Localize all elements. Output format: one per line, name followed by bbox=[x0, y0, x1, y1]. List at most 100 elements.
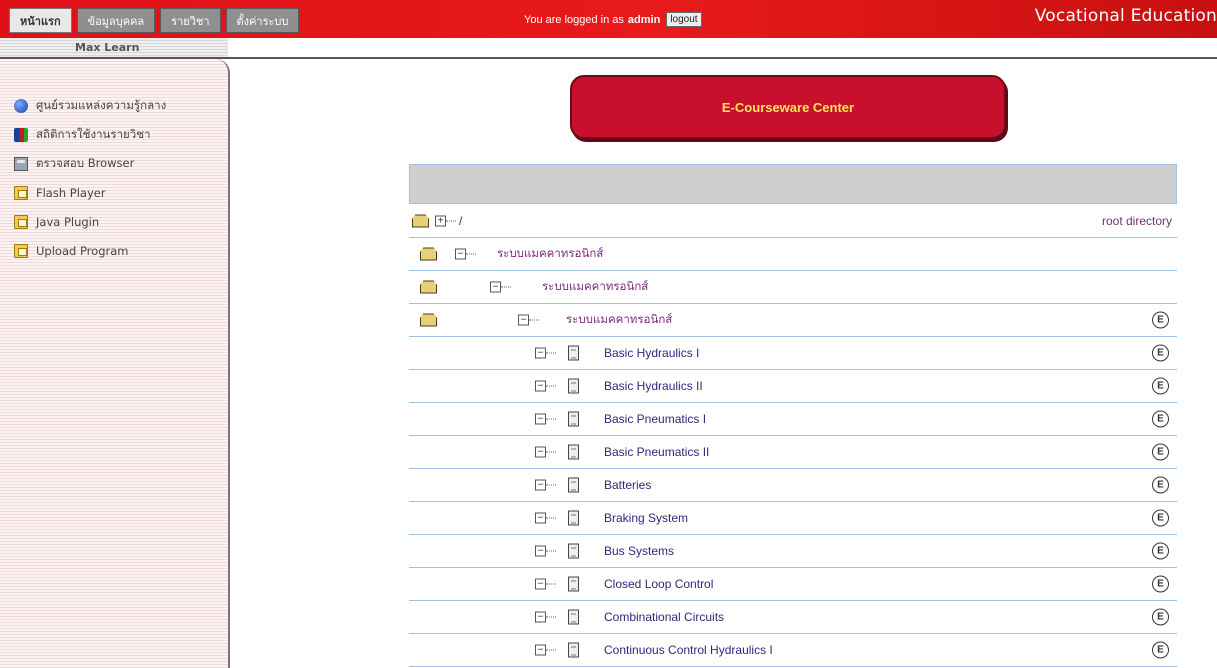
tree-connector bbox=[546, 550, 556, 552]
folder-link[interactable]: ระบบแมคคาทรอนิกส์ bbox=[497, 245, 603, 263]
document-icon bbox=[568, 543, 579, 559]
sidebar-item-label: สถิติการใช้งานรายวิชา bbox=[36, 127, 151, 141]
tree-connector bbox=[546, 418, 556, 420]
tree-connector bbox=[546, 649, 556, 651]
e-button[interactable]: E bbox=[1152, 641, 1169, 659]
e-button[interactable]: E bbox=[1152, 542, 1169, 560]
e-button[interactable]: E bbox=[1152, 575, 1169, 593]
document-icon bbox=[568, 411, 579, 427]
collapse-toggle[interactable]: − bbox=[535, 446, 546, 458]
tree-connector bbox=[501, 286, 511, 288]
login-prefix: You are logged in as bbox=[524, 13, 624, 26]
e-button[interactable]: E bbox=[1152, 608, 1169, 626]
e-courseware-center-button[interactable]: E-Courseware Center bbox=[570, 75, 1006, 139]
folder-link[interactable]: ระบบแมคคาทรอนิกส์ bbox=[566, 311, 672, 329]
sidebar-item-label: ตรวจสอบ Browser bbox=[36, 156, 135, 170]
tree-header-bar bbox=[409, 164, 1177, 204]
collapse-toggle[interactable]: − bbox=[535, 578, 546, 590]
root-path[interactable]: / bbox=[459, 214, 462, 228]
tree-connector bbox=[446, 220, 456, 222]
collapse-toggle[interactable]: − bbox=[518, 314, 529, 326]
folder-link[interactable]: ระบบแมคคาทรอนิกส์ bbox=[542, 278, 648, 296]
sidebar-item-flash-player[interactable]: Flash Player bbox=[14, 182, 166, 204]
tab-courses[interactable]: รายวิชา bbox=[160, 8, 221, 33]
collapse-toggle[interactable]: − bbox=[535, 611, 546, 623]
tree-connector bbox=[546, 583, 556, 585]
tree-connector bbox=[466, 253, 476, 255]
course-row: − Bus Systems E bbox=[409, 535, 1177, 568]
globe-icon bbox=[14, 99, 28, 113]
app-name: Max Learn bbox=[75, 41, 140, 54]
tree-connector bbox=[546, 484, 556, 486]
e-button[interactable]: E bbox=[1152, 443, 1169, 461]
sidebar-item-browser-check[interactable]: ตรวจสอบ Browser bbox=[14, 153, 166, 175]
sidebar-item-label: ศูนย์รวมแหล่งความรู้กลาง bbox=[36, 98, 167, 112]
e-button[interactable]: E bbox=[1152, 410, 1169, 428]
open-folder-icon bbox=[420, 313, 437, 327]
sidebar-item-knowledge-center[interactable]: ศูนย์รวมแหล่งความรู้กลาง bbox=[14, 95, 166, 117]
calculator-icon bbox=[14, 157, 28, 171]
document-icon bbox=[568, 642, 579, 658]
course-link[interactable]: Continuous Control Hydraulics I bbox=[604, 643, 773, 657]
collapse-toggle[interactable]: − bbox=[535, 347, 546, 359]
course-link[interactable]: Closed Loop Control bbox=[604, 577, 713, 591]
open-folder-icon bbox=[420, 247, 437, 261]
login-username: admin bbox=[627, 13, 661, 26]
collapse-toggle[interactable]: − bbox=[535, 512, 546, 524]
e-button[interactable]: E bbox=[1152, 311, 1169, 329]
collapse-toggle[interactable]: − bbox=[535, 413, 546, 425]
course-row: − Braking System E bbox=[409, 502, 1177, 535]
collapse-toggle[interactable]: − bbox=[535, 479, 546, 491]
e-button[interactable]: E bbox=[1152, 377, 1169, 395]
login-status: You are logged in as admin logout bbox=[524, 12, 702, 27]
directory-tree: + / root directory − ระบบแมคคาทรอนิกส์ −… bbox=[409, 205, 1177, 667]
e-button[interactable]: E bbox=[1152, 509, 1169, 527]
tree-connector bbox=[546, 385, 556, 387]
tree-row-folder: − ระบบแมคคาทรอนิกส์ E bbox=[409, 304, 1177, 337]
sidebar: ศูนย์รวมแหล่งความรู้กลาง สถิติการใช้งานร… bbox=[0, 59, 230, 668]
books-icon bbox=[14, 128, 28, 142]
top-bar: หน้าแรก ข้อมูลบุคคล รายวิชา ตั้งค่าระบบ … bbox=[0, 0, 1217, 38]
e-button[interactable]: E bbox=[1152, 476, 1169, 494]
sidebar-item-label: Upload Program bbox=[36, 244, 129, 258]
logout-button[interactable]: logout bbox=[666, 12, 702, 27]
sidebar-item-course-stats[interactable]: สถิติการใช้งานรายวิชา bbox=[14, 124, 166, 146]
collapse-toggle[interactable]: − bbox=[490, 281, 501, 293]
document-icon bbox=[568, 576, 579, 592]
expand-toggle[interactable]: + bbox=[435, 215, 446, 227]
e-courseware-center-label: E-Courseware Center bbox=[721, 99, 855, 115]
sidebar-menu: ศูนย์รวมแหล่งความรู้กลาง สถิติการใช้งานร… bbox=[14, 95, 166, 269]
sidebar-item-java-plugin[interactable]: Java Plugin bbox=[14, 211, 166, 233]
brand-title: Vocational Education bbox=[1034, 6, 1217, 26]
collapse-toggle[interactable]: − bbox=[535, 644, 546, 656]
collapse-toggle[interactable]: − bbox=[535, 545, 546, 557]
sidebar-item-label: Flash Player bbox=[36, 186, 106, 200]
sidebar-item-upload-program[interactable]: Upload Program bbox=[14, 240, 166, 262]
document-icon bbox=[568, 345, 579, 361]
open-folder-icon bbox=[420, 280, 437, 294]
folder-icon bbox=[14, 244, 28, 258]
tree-connector bbox=[546, 352, 556, 354]
course-link[interactable]: Bus Systems bbox=[604, 544, 674, 558]
collapse-toggle[interactable]: − bbox=[535, 380, 546, 392]
tab-personal-info[interactable]: ข้อมูลบุคคล bbox=[76, 8, 156, 33]
tree-row-folder: − ระบบแมคคาทรอนิกส์ bbox=[409, 238, 1177, 271]
course-link[interactable]: Combinational Circuits bbox=[604, 610, 724, 624]
course-row: − Combinational Circuits E bbox=[409, 601, 1177, 634]
course-link[interactable]: Braking System bbox=[604, 511, 688, 525]
document-icon bbox=[568, 378, 579, 394]
tab-settings[interactable]: ตั้งค่าระบบ bbox=[225, 8, 300, 33]
course-link[interactable]: Basic Pneumatics I bbox=[604, 412, 706, 426]
e-button[interactable]: E bbox=[1152, 344, 1169, 362]
document-icon bbox=[568, 609, 579, 625]
document-icon bbox=[568, 477, 579, 493]
document-icon bbox=[568, 510, 579, 526]
course-link[interactable]: Batteries bbox=[604, 478, 651, 492]
course-link[interactable]: Basic Pneumatics II bbox=[604, 445, 709, 459]
collapse-toggle[interactable]: − bbox=[455, 248, 466, 260]
tree-connector bbox=[546, 616, 556, 618]
course-link[interactable]: Basic Hydraulics I bbox=[604, 346, 699, 360]
document-icon bbox=[568, 444, 579, 460]
course-link[interactable]: Basic Hydraulics II bbox=[604, 379, 703, 393]
tab-home[interactable]: หน้าแรก bbox=[9, 8, 72, 33]
